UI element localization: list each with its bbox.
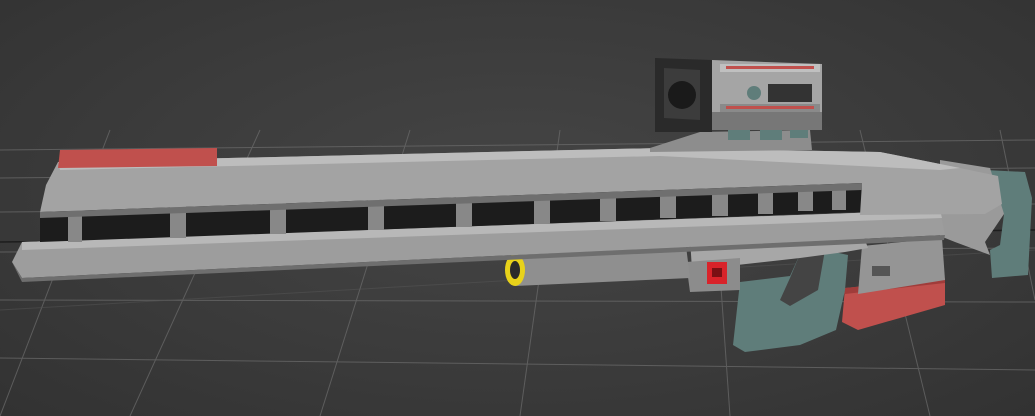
3d-viewport[interactable] (0, 0, 1035, 416)
red-accent-strip (58, 148, 217, 168)
scope (655, 58, 822, 132)
scope-lens-icon (668, 81, 696, 109)
magazine (842, 238, 945, 330)
scene-canvas (0, 58, 1035, 416)
pistol-grip (733, 250, 848, 352)
